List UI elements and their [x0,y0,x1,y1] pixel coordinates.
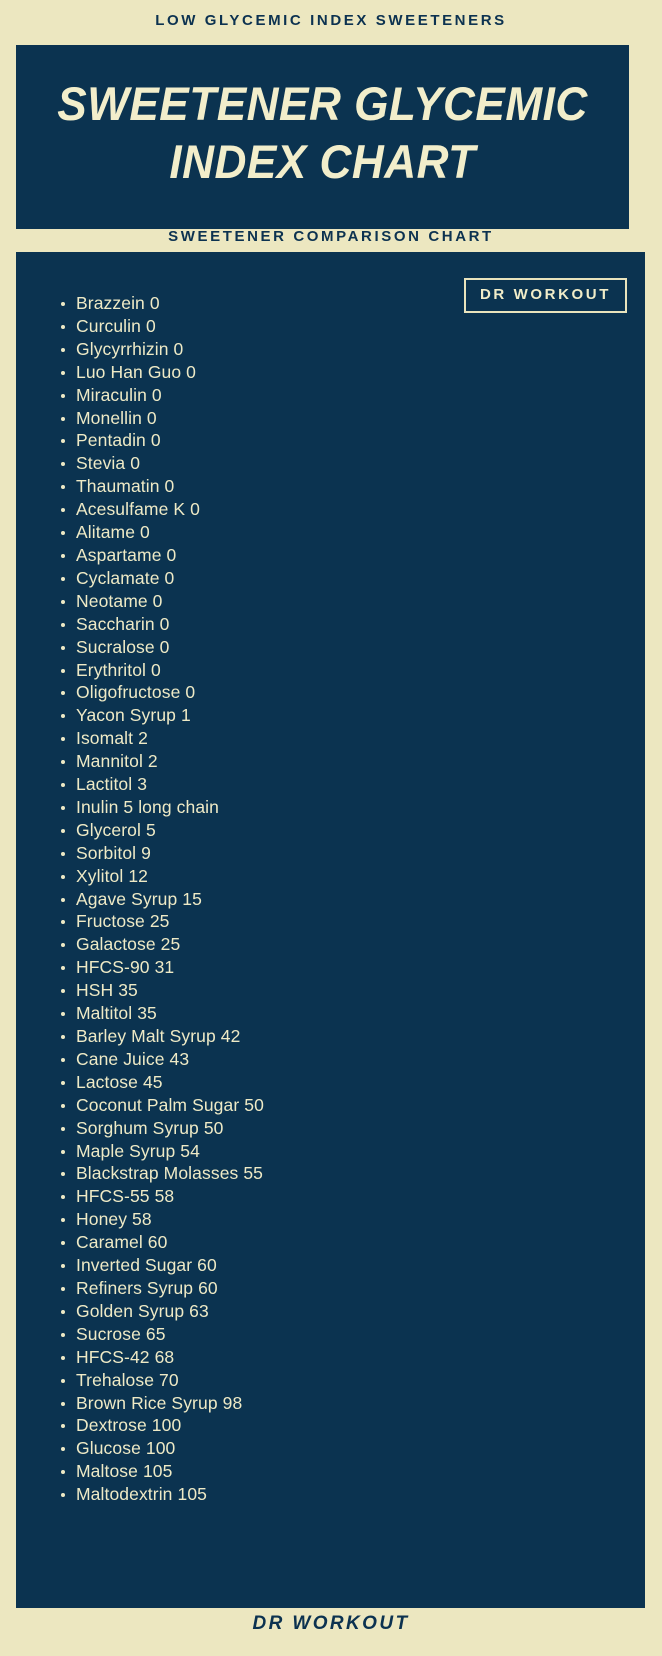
list-item: Maltodextrin 105 [61,1483,264,1506]
list-item: Cane Juice 43 [61,1048,264,1071]
list-item: HFCS-42 68 [61,1346,264,1369]
list-item: Sucralose 0 [61,636,264,659]
list-item: Blackstrap Molasses 55 [61,1163,264,1184]
sweetener-list: Brazzein 0 Curculin 0 Glycyrrhizin 0 Luo Ha… [54,292,264,1506]
list-item: Dextrose 100 [61,1414,264,1437]
list-item: Fructose 25 [61,910,264,933]
list-item: Brown Rice Syrup 98 [61,1392,264,1415]
list-item: Erythritol 0 [61,659,264,682]
list-item: Sorbitol 9 [61,842,264,865]
list-item: Monellin 0 [61,407,264,430]
list-item: Yacon Syrup 1 [61,704,264,727]
list-item: Acesulfame K 0 [61,498,264,521]
list-item: Oligofructose 0 [61,681,264,704]
list-item: HFCS-90 31 [61,956,264,979]
list-item: HFCS-55 58 [61,1185,264,1208]
list-item: Pentadin 0 [61,429,264,452]
list-item: Maltose 105 [61,1460,264,1483]
list-item: Mannitol 2 [61,750,264,773]
list-item: Coconut Palm Sugar 50 [61,1094,264,1115]
list-item: Agave Syrup 15 [61,888,264,911]
list-item: Lactitol 3 [61,773,264,796]
list-item: Stevia 0 [61,452,264,475]
list-item: Refiners Syrup 60 [61,1277,264,1300]
list-item: HSH 35 [61,979,264,1002]
page-title: SWEETENER GLYCEMIC INDEX CHART [57,77,588,188]
brand-badge: DR WORKOUT [464,278,627,313]
list-item: Miraculin 0 [61,384,264,407]
list-item: Trehalose 70 [61,1369,264,1392]
list-item: Caramel 60 [61,1231,264,1254]
list-item: Cyclamate 0 [61,567,264,590]
subheading-label: SWEETENER COMPARISON CHART [168,228,494,245]
list-item: Golden Syrup 63 [61,1300,264,1323]
list-item: Sorghum Syrup 50 [61,1117,264,1140]
list-item: Inulin 5 long chain [61,796,264,819]
list-item: Luo Han Guo 0 [61,361,264,384]
list-item: Honey 58 [61,1208,264,1231]
list-item: Isomalt 2 [61,727,264,750]
list-item: Sucrose 65 [61,1323,264,1346]
list-item: Brazzein 0 [61,292,264,315]
title-band: SWEETENER GLYCEMIC INDEX CHART [16,45,629,229]
list-item: Thaumatin 0 [61,475,264,498]
list-item: Barley Malt Syrup 42 [61,1025,264,1048]
footer-brand: DR WORKOUT [252,1613,410,1634]
eyebrow-label: LOW GLYCEMIC INDEX SWEETENERS [155,12,507,29]
list-item: Xylitol 12 [61,865,264,888]
list-item: Maple Syrup 54 [61,1140,264,1163]
infographic-page: LOW GLYCEMIC INDEX SWEETENERS SWEETENER … [0,0,662,1656]
list-item: Maltitol 35 [61,1002,264,1025]
list-item: Glycyrrhizin 0 [61,338,264,361]
list-item: Curculin 0 [61,315,264,338]
list-item: Galactose 25 [61,933,264,956]
list-item: Inverted Sugar 60 [61,1254,264,1277]
list-item: Lactose 45 [61,1071,264,1094]
list-item: Glycerol 5 [61,819,264,842]
list-item: Saccharin 0 [61,613,264,636]
content-panel: DR WORKOUT Brazzein 0 Curculin 0 Glycyrrhi… [16,252,645,1608]
list-item: Aspartame 0 [61,544,264,567]
list-item: Glucose 100 [61,1437,264,1460]
list-item: Neotame 0 [61,590,264,613]
list-item: Alitame 0 [61,521,264,544]
